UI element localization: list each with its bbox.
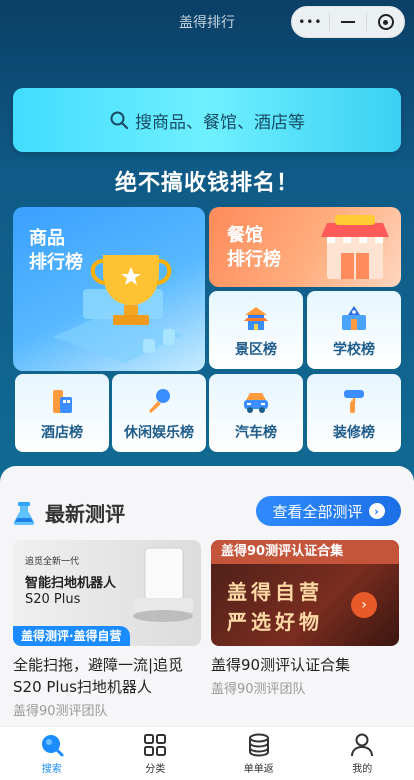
tile-scenic[interactable]: 景区榜 [209,291,303,369]
more-button[interactable]: ••• [292,7,329,37]
microphone-icon [149,389,170,413]
tab-bar: 搜索 分类 单单返 我的 [0,726,414,780]
tab-cashback[interactable]: 单单返 [207,727,311,780]
user-icon [351,733,374,757]
section-title: 最新测评 [45,502,125,526]
minus-icon [341,21,355,23]
image-text: 盖得自营 [227,580,323,604]
play-arrow-icon: › [351,592,377,618]
school-icon [342,306,366,330]
tile-label: 景区榜 [235,342,277,358]
review-image: 盖得90测评认证合集 盖得自营 严选好物 › [211,540,399,646]
tile-school[interactable]: 学校榜 [307,291,401,369]
image-header: 盖得90测评认证合集 [211,540,399,564]
tab-mine[interactable]: 我的 [311,727,414,780]
tile-car[interactable]: 汽车榜 [209,374,303,452]
close-button[interactable] [367,7,404,37]
review-source: 盖得90测评团队 [211,682,306,697]
restaurant-ranking-card[interactable]: 餐馆 排行榜 [209,207,401,287]
mini-program-capsule: ••• [291,6,405,38]
review-card[interactable]: 追觅全新一代 智能扫地机器人 S20 Plus 盖得测评·盖得自营 全能扫拖，避… [13,540,201,719]
tile-label: 学校榜 [333,342,375,358]
shop-icon [321,215,389,279]
minimize-button[interactable] [330,7,367,37]
product-ranking-card[interactable]: 商品 排行榜 [13,207,205,371]
grid-icon [144,734,167,756]
reviews-header: 最新测评 [13,498,125,527]
review-card[interactable]: 盖得90测评认证合集 盖得自营 严选好物 › 盖得90测评认证合集 盖得90测评… [211,540,399,697]
tile-label: 酒店榜 [41,425,83,441]
tab-label: 我的 [352,764,373,775]
hotel-icon [53,390,72,413]
review-title: 盖得90测评认证合集 [211,656,351,674]
tile-hotel[interactable]: 酒店榜 [15,374,109,452]
review-title: 全能扫拖，避障一流|追觅S20 Plus扫地机器人 [13,656,184,696]
review-image: 追觅全新一代 智能扫地机器人 S20 Plus 盖得测评·盖得自营 [13,540,201,646]
tile-label: 装修榜 [333,425,375,441]
chevron-right-icon: › [368,503,385,519]
image-banner: 盖得测评·盖得自营 [13,626,130,646]
tab-search[interactable]: 搜索 [0,727,104,780]
car-icon [244,393,268,413]
navbar: 盖得排行 ••• [0,0,414,44]
review-source: 盖得90测评团队 [13,704,108,719]
paint-roller-icon [344,390,364,413]
image-text: 严选好物 [227,610,323,634]
tab-label: 单单返 [243,764,274,775]
scenic-icon [244,307,268,330]
tab-category[interactable]: 分类 [104,727,208,780]
search-tab-icon [41,735,64,757]
target-icon [377,14,394,30]
tile-label: 汽车榜 [235,425,277,441]
flask-icon [13,501,35,525]
search-placeholder: 搜商品、餐馆、酒店等 [135,112,305,133]
more-dots-icon: ••• [298,15,323,29]
search-bar[interactable]: 搜商品、餐馆、酒店等 [13,88,401,152]
view-all-label: 查看全部测评 [272,502,363,521]
tile-label: 休闲娱乐榜 [124,425,194,441]
tile-leisure[interactable]: 休闲娱乐榜 [112,374,206,452]
search-icon [110,111,129,130]
view-all-reviews-button[interactable]: 查看全部测评 › [256,496,401,526]
tile-decoration[interactable]: 装修榜 [307,374,401,452]
tab-label: 搜索 [41,764,62,775]
slogan: 绝不搞收钱排名！ [114,171,299,196]
page-title: 盖得排行 [179,15,235,31]
trophy-icon [53,255,183,363]
coins-icon [248,733,269,757]
tab-label: 分类 [145,764,166,775]
